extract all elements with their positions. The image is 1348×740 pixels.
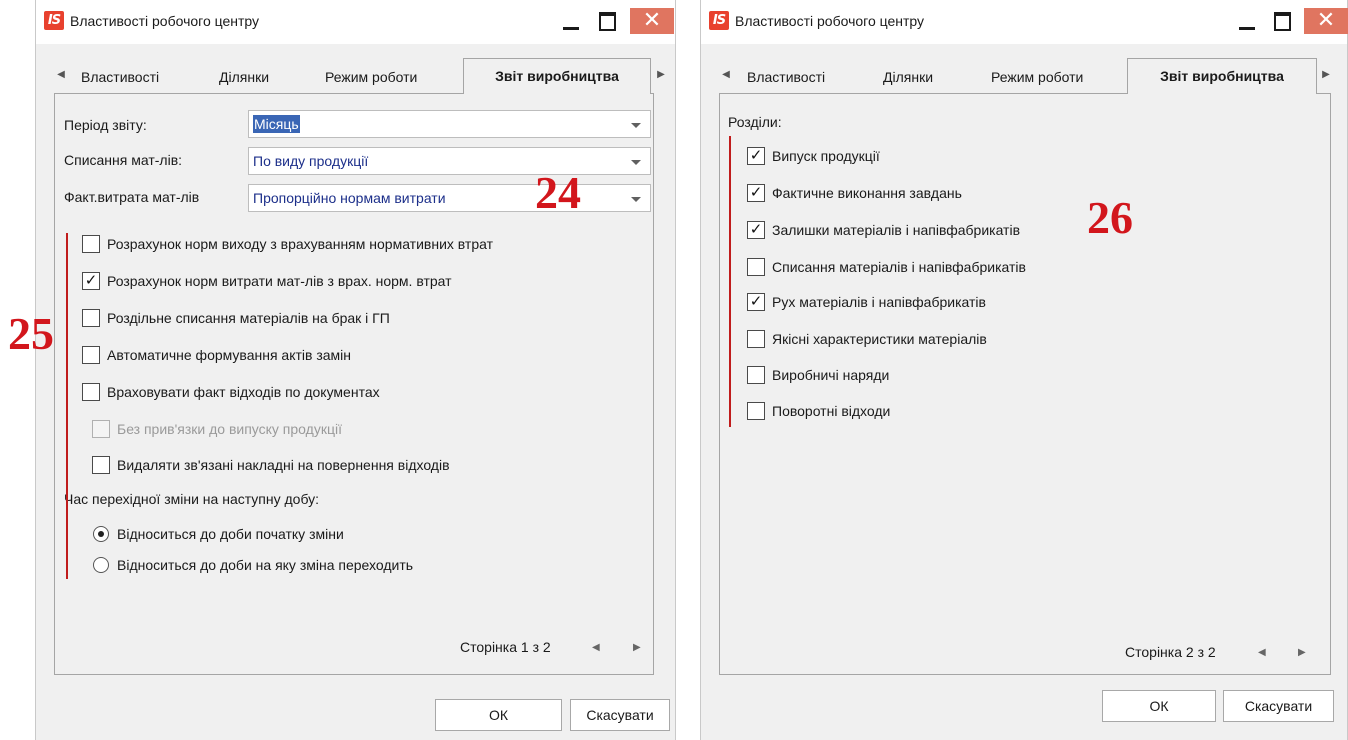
tab-properties[interactable]: Властивості (747, 62, 825, 94)
checkbox-actual-waste[interactable] (82, 383, 100, 401)
checkbox-material-movement[interactable]: ✓ (747, 293, 765, 311)
tab-properties[interactable]: Властивості (81, 62, 159, 94)
report-period-value: Місяць (253, 115, 300, 133)
materials-writeoff-label: Списання мат-лів: (64, 152, 183, 168)
materials-writeoff-value: По виду продукції (253, 153, 369, 169)
radio-shift-start-day[interactable] (93, 526, 109, 542)
annotation-bracket-25 (66, 233, 68, 579)
tab-work-mode[interactable]: Режим роботи (325, 62, 417, 94)
tab-strip: ◀ Властивості Ділянки Режим роботи Звіт … (54, 58, 665, 94)
tab-scroll-left-icon[interactable]: ◀ (54, 64, 68, 86)
radio-label: Відноситься до доби на яку зміна переход… (117, 557, 414, 573)
checkbox-label: Розрахунок норм виходу з врахуванням нор… (107, 236, 494, 252)
minimize-button[interactable] (556, 8, 586, 34)
checkbox-output-norms[interactable] (82, 235, 100, 253)
prev-page-icon[interactable]: ◀ (1258, 647, 1266, 658)
annotation-number-25: 25 (8, 308, 54, 359)
checkbox-label: Випуск продукції (772, 148, 880, 164)
checkbox-label: Залишки матеріалів і напівфабрикатів (772, 222, 1021, 238)
materials-writeoff-select[interactable]: По виду продукції (248, 147, 651, 175)
checkbox-product-output[interactable]: ✓ (747, 147, 765, 165)
properties-window-page-2: IS Властивості робочого центру ✕ ◀ Власт… (700, 0, 1348, 740)
tab-panel: Розділи: ✓ Випуск продукції ✓ Фактичне в… (719, 93, 1331, 675)
tab-production-report[interactable]: Звіт виробництва (1127, 58, 1317, 94)
cancel-button[interactable]: Скасувати (1223, 690, 1334, 722)
checkbox-label: Поворотні відходи (772, 403, 891, 419)
tab-scroll-right-icon[interactable]: ▶ (654, 64, 668, 86)
checkbox-actual-task-completion[interactable]: ✓ (747, 184, 765, 202)
properties-window-page-1: IS Властивості робочого центру ✕ ◀ Власт… (35, 0, 676, 740)
checkbox-label: Списання матеріалів і напівфабрикатів (772, 259, 1026, 275)
page-indicator: Сторінка 2 з 2 (1125, 644, 1216, 660)
tab-areas[interactable]: Ділянки (219, 62, 269, 94)
checkbox-no-output-binding (92, 420, 110, 438)
checkbox-returnable-waste[interactable] (747, 402, 765, 420)
checkbox-quality-characteristics[interactable] (747, 330, 765, 348)
close-icon: ✕ (642, 8, 662, 33)
radio-label: Відноситься до доби початку зміни (117, 526, 344, 542)
checkbox-delete-return-invoices[interactable] (92, 456, 110, 474)
checkbox-label: Рух матеріалів і напівфабрикатів (772, 294, 986, 310)
checkbox-auto-replacement-acts[interactable] (82, 346, 100, 364)
checkbox-label: Видаляти зв'язані накладні на повернення… (117, 457, 450, 473)
minimize-button[interactable] (1232, 8, 1262, 34)
checkbox-label: Без прив'язки до випуску продукції (117, 421, 342, 437)
title-bar[interactable]: IS Властивості робочого центру ✕ (36, 0, 675, 44)
next-page-icon[interactable]: ▶ (1298, 647, 1306, 658)
checkbox-label: Роздільне списання матеріалів на брак і … (107, 310, 390, 326)
checkbox-work-orders[interactable] (747, 366, 765, 384)
app-logo-icon: IS (709, 11, 729, 30)
close-icon: ✕ (1316, 8, 1336, 33)
chevron-down-icon (631, 197, 641, 202)
checkbox-label: Фактичне виконання завдань (772, 185, 962, 201)
checkbox-material-balances[interactable]: ✓ (747, 221, 765, 239)
tab-scroll-right-icon[interactable]: ▶ (1319, 64, 1333, 86)
shift-transition-label: Час перехідної зміни на наступну добу: (64, 491, 320, 507)
annotation-bracket-26 (729, 136, 731, 427)
annotation-number-24: 24 (535, 167, 581, 218)
next-page-icon[interactable]: ▶ (633, 642, 641, 653)
ok-button[interactable]: ОК (435, 699, 562, 731)
annotation-number-26: 26 (1087, 192, 1133, 243)
prev-page-icon[interactable]: ◀ (592, 642, 600, 653)
sections-label: Розділи: (728, 114, 782, 130)
tab-scroll-left-icon[interactable]: ◀ (719, 64, 733, 86)
checkbox-label: Якісні характеристики матеріалів (772, 331, 987, 347)
close-button[interactable]: ✕ (630, 8, 674, 34)
tab-work-mode[interactable]: Режим роботи (991, 62, 1083, 94)
checkbox-label: Враховувати факт відходів по документах (107, 384, 380, 400)
tab-production-report[interactable]: Звіт виробництва (463, 58, 651, 94)
ok-button[interactable]: ОК (1102, 690, 1216, 722)
actual-consumption-label: Факт.витрата мат-лів (64, 189, 200, 205)
checkbox-label: Автоматичне формування актів замін (107, 347, 352, 363)
window-title: Властивості робочого центру (735, 13, 925, 29)
checkbox-separate-writeoff[interactable] (82, 309, 100, 327)
title-bar[interactable]: IS Властивості робочого центру ✕ (701, 0, 1348, 44)
cancel-button[interactable]: Скасувати (570, 699, 670, 731)
close-button[interactable]: ✕ (1304, 8, 1348, 34)
maximize-button[interactable] (1268, 8, 1298, 34)
app-logo-icon: IS (44, 11, 64, 30)
checkbox-label: Виробничі наряди (772, 367, 890, 383)
checkbox-label: Розрахунок норм витрати мат-лів з врах. … (107, 273, 452, 289)
checkbox-consumption-norms[interactable]: ✓ (82, 272, 100, 290)
chevron-down-icon (631, 123, 641, 128)
report-period-label: Період звіту: (64, 117, 147, 133)
radio-shift-next-day[interactable] (93, 557, 109, 573)
actual-consumption-select[interactable]: Пропорційно нормам витрати (248, 184, 651, 212)
page-indicator: Сторінка 1 з 2 (460, 639, 551, 655)
tab-strip: ◀ Властивості Ділянки Режим роботи Звіт … (719, 58, 1330, 94)
actual-consumption-value: Пропорційно нормам витрати (253, 190, 446, 206)
window-title: Властивості робочого центру (70, 13, 260, 29)
checkbox-material-writeoff[interactable] (747, 258, 765, 276)
tab-areas[interactable]: Ділянки (883, 62, 933, 94)
maximize-button[interactable] (593, 8, 623, 34)
report-period-select[interactable]: Місяць (248, 110, 651, 138)
chevron-down-icon (631, 160, 641, 165)
